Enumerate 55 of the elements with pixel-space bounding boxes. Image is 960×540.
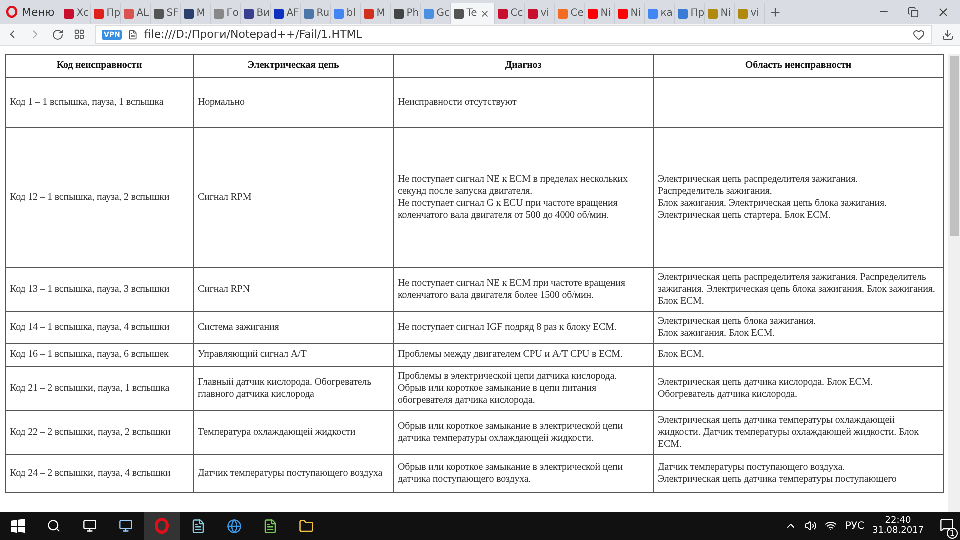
grid-icon[interactable] — [74, 29, 85, 40]
table-cell: Электрическая цепь распределителя зажигания. Распределитель зажигания. Электрическая цепь блока зажигания. Блок зажигания. Блок ECM. — [654, 268, 944, 312]
table-cell: Код 14 – 1 вспышка, пауза, 4 вспышки — [6, 312, 194, 344]
table-cell: Код 24 – 2 вспышки, пауза, 4 вспышки — [6, 454, 194, 492]
table-cell: Электрическая цепь распределителя зажигания. Распределитель зажигания. Блок зажигания. Электрическая цепь блока зажигания. Электрическая цепь стартера. Блок ECM. — [654, 128, 944, 268]
table-cell: Код 12 – 1 вспышка, пауза, 2 вспышки — [6, 128, 194, 268]
table-cell: Сигнал RPN — [194, 268, 394, 312]
table-cell: Не поступает сигнал NE к ECM в пределах нескольких секунд после запуска двигателя. Не поступает сигнал G к ECU при частоте вращения коленчатого вала двигателя от 500 до 4000 об/мин. — [394, 128, 654, 268]
scroll-thumb[interactable] — [950, 56, 958, 236]
column-header: Код неисправности — [6, 54, 194, 78]
language-indicator[interactable]: РУС — [845, 520, 864, 532]
table-cell: Проблемы в электрической цепи датчика кислорода. Обрыв или короткое замыкание в цепи питания обогревателя датчика кислорода. — [394, 366, 654, 410]
table-cell: Блок ECM. — [654, 344, 944, 366]
table-cell: Датчик температуры поступающего воздуха. Электрическая цепь датчика температуры поступающего — [654, 454, 944, 492]
browser-logo-icon — [6, 6, 18, 18]
table-cell: Нормально — [194, 78, 394, 128]
download-icon[interactable] — [942, 28, 954, 40]
table-cell: Управляющий сигнал A/T — [194, 344, 394, 366]
table-cell: Проблемы между двигателем CPU и A/T CPU в ECM. — [394, 344, 654, 366]
table-cell: Главный датчик кислорода. Обогреватель главного датчика кислорода — [194, 366, 394, 410]
reload-icon[interactable] — [52, 28, 64, 40]
close-icon[interactable] — [480, 8, 490, 18]
table-cell: Неисправности отсутствуют — [394, 78, 654, 128]
browser-tab[interactable]: Te — [450, 3, 495, 24]
clock-time[interactable]: 22:40 — [885, 516, 912, 526]
speaker-icon[interactable] — [805, 520, 818, 532]
table-cell: Электрическая цепь датчика кислорода. Блок ECM. Обогреватель датчика кислорода. — [654, 366, 944, 410]
close-icon[interactable] — [937, 6, 950, 18]
heart-icon[interactable] — [913, 28, 925, 40]
table-cell: Обрыв или короткое замыкание в электрической цепи датчика поступающего воздуха. — [394, 454, 654, 492]
table-cell: Температура охлаждающей жидкости — [194, 410, 394, 454]
page-icon — [128, 30, 138, 40]
menu-button[interactable]: Меню — [0, 0, 61, 24]
table-cell: Обрыв или короткое замыкание в электрической цепи датчика температуры охлаждающей жидкости. — [394, 410, 654, 454]
notifications-icon[interactable] — [940, 518, 954, 532]
table-cell: Код 13 – 1 вспышка, пауза, 3 вспышки — [6, 268, 194, 312]
column-header: Область неисправности — [654, 54, 944, 78]
table-cell: Датчик температуры поступающего воздуха — [194, 454, 394, 492]
table-cell: Электрическая цепь блока зажигания. Блок зажигания. Блок ECM. — [654, 312, 944, 344]
scrollbar[interactable] — [948, 54, 960, 512]
table-cell: Не поступает сигнал IGF подряд 8 раз к блоку ECM. — [394, 312, 654, 344]
table-cell: Не поступает сигнал NE к ECM при частоте вращения коленчатого вала двигателя более 1500 об/мин. — [394, 268, 654, 312]
table-cell: Код 22 – 2 вспышки, пауза, 2 вспышки — [6, 410, 194, 454]
table-cell: Система зажигания — [194, 312, 394, 344]
table-cell: Сигнал RPM — [194, 128, 394, 268]
column-header: Электрическая цепь — [194, 54, 394, 78]
notification-count: 1 — [946, 528, 958, 538]
clock-date[interactable]: 31.08.2017 — [872, 526, 924, 536]
new-tab-icon[interactable] — [768, 6, 782, 19]
column-header: Диагноз — [394, 54, 654, 78]
table-cell: Код 21 – 2 вспышки, пауза, 1 вспышка — [6, 366, 194, 410]
table-cell: Электрическая цепь датчика температуры охлаждающей жидкости. Датчик температуры охлаждающей жидкости. Блок ECM. — [654, 410, 944, 454]
table-cell: Код 16 – 1 вспышка, пауза, 6 вспышек — [6, 344, 194, 366]
table-cell: Код 1 – 1 вспышка, пауза, 1 вспышка — [6, 78, 194, 128]
restore-icon[interactable] — [908, 6, 919, 18]
